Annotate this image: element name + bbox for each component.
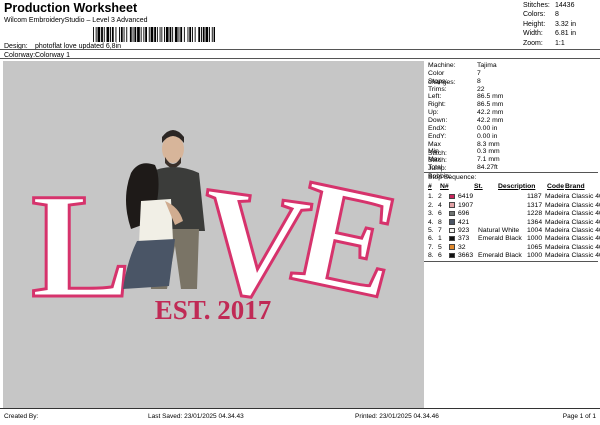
thread-description: Emerald Black [478, 252, 522, 260]
color-swatch [449, 202, 455, 208]
last-saved: Last Saved: 23/01/2025 04.34.43 [148, 413, 244, 420]
summary-row: Zoom: 1:1 [523, 39, 565, 47]
column-header: Description [498, 182, 536, 190]
thread-code: 1000 [527, 252, 543, 260]
couple-portrait [123, 130, 205, 289]
column-header: # [428, 182, 432, 190]
divider [0, 49, 600, 50]
color-swatch [449, 235, 455, 242]
page-title: Production Worksheet [4, 1, 138, 15]
color-swatch [449, 227, 455, 233]
created-by: Created By: [4, 413, 39, 420]
summary-row: Height: 3.32 in [523, 20, 577, 28]
design-preview: L V E EST. 2017 [3, 61, 424, 408]
thread-brand: Madeira Classic 40 [545, 252, 600, 260]
column-header: N# [440, 182, 449, 190]
color-swatch [449, 252, 455, 259]
stitch-count: 3663 [458, 252, 474, 260]
embroidery-artwork: L V E EST. 2017 [30, 130, 415, 336]
page-number: Page 1 of 1 [562, 413, 596, 420]
color-swatch [449, 210, 455, 217]
stop-sequence-title: Stop Sequence: [428, 173, 477, 181]
machine-value: 84.27ft [477, 164, 498, 172]
est-year-text: EST. 2017 [155, 295, 272, 325]
stop-number: 8. [428, 252, 434, 260]
letter-l: L [31, 163, 131, 329]
color-swatch [449, 244, 455, 250]
barcode [93, 27, 215, 42]
summary-row: Width: 6.81 in [523, 30, 577, 38]
footer: Created By: Last Saved: 23/01/2025 04.34… [0, 408, 600, 425]
column-header: Code [547, 182, 564, 190]
summary-row: Stitches: 14436 [523, 2, 575, 9]
color-swatch [449, 193, 455, 200]
summary-row: Colors: 8 [523, 11, 559, 19]
column-header: St. [474, 182, 483, 190]
divider [0, 58, 600, 59]
printed-date: Printed: 23/01/2025 04.34.46 [355, 413, 439, 420]
color-swatch [449, 219, 455, 225]
design-summary: Stitches: 14436 Colors: 8 Height: 3.32 in W… [523, 1, 597, 48]
software-subtitle: Wilcom EmbroideryStudio – Level 3 Advanc… [4, 17, 148, 24]
divider [424, 260, 598, 262]
stop-sequence-row: 8. 6 3663 Emerald Black 1000 Madeira Classic … [428, 251, 600, 260]
needle-number: 6 [438, 252, 442, 260]
divider [424, 171, 598, 173]
column-header: Brand [565, 182, 585, 190]
